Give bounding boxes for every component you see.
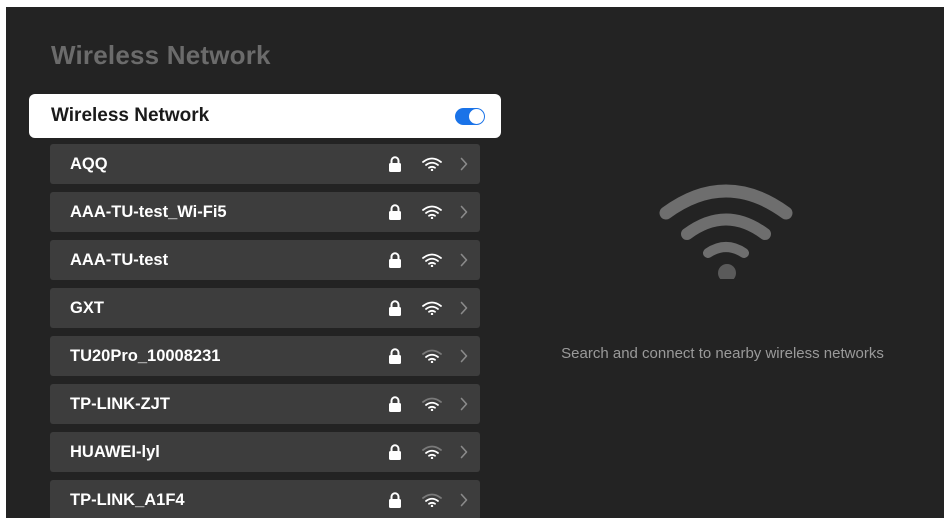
network-name: TP-LINK_A1F4 xyxy=(70,490,185,509)
wifi-signal-icon xyxy=(422,445,442,459)
chevron-right-icon xyxy=(460,493,468,507)
lock-icon xyxy=(389,348,401,364)
lock-icon xyxy=(389,396,401,412)
network-name: AAA-TU-test xyxy=(70,250,169,269)
wifi-signal-icon xyxy=(422,205,442,219)
wifi-signal-icon xyxy=(422,301,442,315)
network-row-0[interactable]: AQQ xyxy=(50,144,480,184)
wifi-signal-icon xyxy=(422,253,442,267)
chevron-right-icon xyxy=(460,253,468,267)
network-row-6[interactable]: HUAWEI-lyl xyxy=(50,432,480,472)
network-name: TP-LINK-ZJT xyxy=(70,394,170,413)
lock-icon xyxy=(389,252,401,268)
settings-screen: Wireless Network Wireless Network AQQ AA… xyxy=(6,7,944,518)
chevron-right-icon xyxy=(460,157,468,171)
network-name: AAA-TU-test_Wi-Fi5 xyxy=(70,202,227,221)
wifi-icon xyxy=(659,184,793,279)
chevron-right-icon xyxy=(460,445,468,459)
network-row-4[interactable]: TU20Pro_10008231 xyxy=(50,336,480,376)
lock-icon xyxy=(389,492,401,508)
page-title: Wireless Network xyxy=(51,40,271,70)
network-name: AQQ xyxy=(70,154,108,173)
chevron-right-icon xyxy=(460,397,468,411)
switch-knob xyxy=(469,108,484,124)
network-row-5[interactable]: TP-LINK-ZJT xyxy=(50,384,480,424)
network-row-2[interactable]: AAA-TU-test xyxy=(50,240,480,280)
wifi-signal-icon xyxy=(422,349,442,363)
network-row-7[interactable]: TP-LINK_A1F4 xyxy=(50,480,480,518)
wifi-signal-icon xyxy=(422,157,442,171)
toggle-label: Wireless Network xyxy=(51,105,210,126)
wifi-signal-icon xyxy=(422,493,442,507)
empty-state-hint: Search and connect to nearby wireless ne… xyxy=(561,345,884,362)
chevron-right-icon xyxy=(460,301,468,315)
network-name: TU20Pro_10008231 xyxy=(70,346,221,365)
right-panel: Search and connect to nearby wireless ne… xyxy=(501,7,944,518)
lock-icon xyxy=(389,156,401,172)
chevron-right-icon xyxy=(460,349,468,363)
network-name: HUAWEI-lyl xyxy=(70,442,160,461)
lock-icon xyxy=(389,204,401,220)
lock-icon xyxy=(389,300,401,316)
network-list: AQQ AAA-TU-test_Wi-Fi5 AAA-TU-test GXT T… xyxy=(50,144,480,518)
chevron-right-icon xyxy=(460,205,468,219)
wireless-network-switch[interactable] xyxy=(455,107,485,125)
wifi-signal-icon xyxy=(422,397,442,411)
network-name: GXT xyxy=(70,298,104,317)
wireless-network-toggle-row[interactable]: Wireless Network xyxy=(29,94,501,138)
lock-icon xyxy=(389,444,401,460)
network-row-3[interactable]: GXT xyxy=(50,288,480,328)
network-row-1[interactable]: AAA-TU-test_Wi-Fi5 xyxy=(50,192,480,232)
